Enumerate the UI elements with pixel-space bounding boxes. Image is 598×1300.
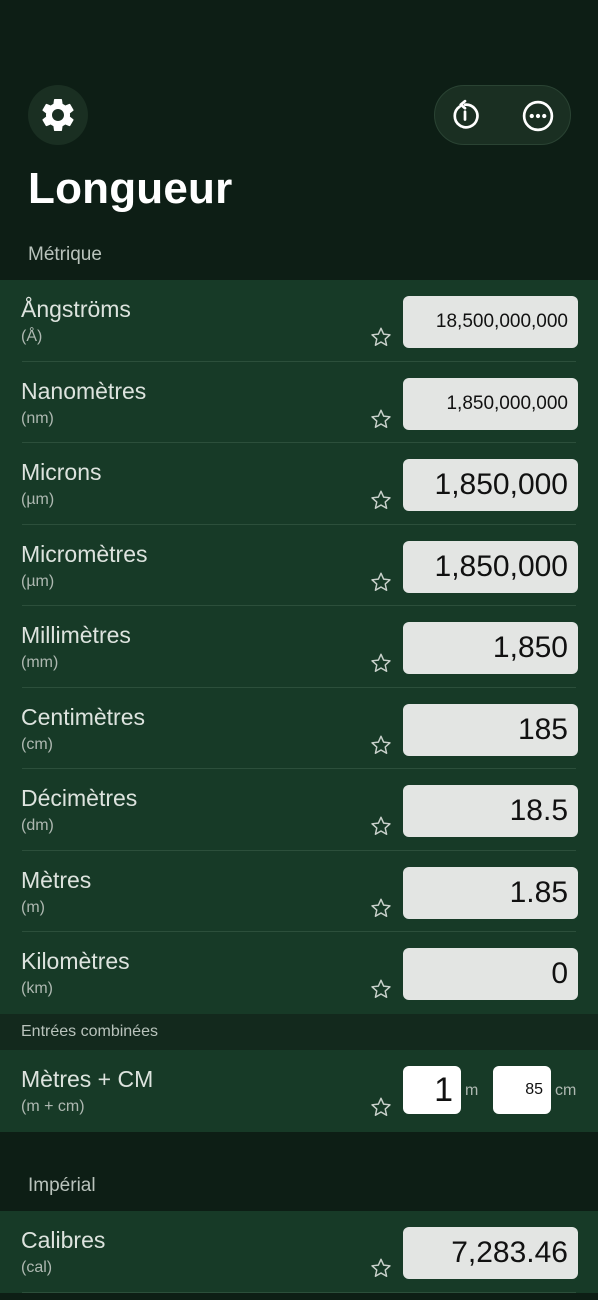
unit-row[interactable]: Kilomètres (km) 0	[0, 932, 598, 1014]
unit-value-field[interactable]: 0	[403, 948, 578, 1000]
more-button[interactable]	[508, 86, 568, 146]
section-label-imperial: Impérial	[28, 1175, 96, 1196]
unit-symbol: (m + cm)	[21, 1098, 85, 1115]
ellipsis-circle-icon	[522, 100, 554, 132]
metric-unit-list: Ångströms (Å) 18,500,000,000 Nanomètres (nm)…	[0, 280, 598, 1014]
unit-value-field[interactable]: 7,283.46	[403, 1227, 578, 1279]
unit-row[interactable]: Centimètres (cm) 185	[0, 688, 598, 769]
combined-section-header: Entrées combinées	[0, 1014, 598, 1050]
unit-row[interactable]: Mètres (m) 1.85	[0, 851, 598, 932]
meters-unit-label: m	[465, 1082, 479, 1099]
unit-row[interactable]: Micromètres (µm) 1,850,000	[0, 525, 598, 606]
unit-symbol: (km)	[21, 980, 53, 997]
star-outline-icon[interactable]	[370, 978, 392, 1000]
unit-name: Centimètres	[21, 703, 145, 730]
section-label-combined: Entrées combinées	[21, 1023, 158, 1040]
unit-name: Calibres	[21, 1227, 106, 1253]
unit-value-field[interactable]: 1,850,000	[403, 459, 578, 511]
imperial-unit-list: Calibres (cal) 7,283.46	[0, 1211, 598, 1293]
top-bar	[0, 85, 598, 145]
unit-name: Ångströms	[21, 296, 131, 322]
unit-name: Décimètres	[21, 785, 138, 811]
unit-value-field[interactable]: 18,500,000,000	[403, 296, 578, 348]
unit-name: Nanomètres	[21, 377, 147, 404]
star-outline-icon[interactable]	[370, 815, 392, 837]
unit-value-field[interactable]: 1,850,000,000	[403, 377, 578, 430]
unit-value-field[interactable]: 1.85	[403, 866, 578, 919]
unit-value-field[interactable]: 1,850	[403, 622, 578, 674]
unit-value-field[interactable]: 185	[403, 703, 578, 756]
unit-value-field[interactable]: 1,850,000	[403, 540, 578, 593]
unit-row[interactable]: Microns (µm) 1,850,000	[0, 443, 598, 525]
page-title: Longueur	[28, 164, 233, 213]
unit-row[interactable]: Décimètres (dm) 18.5	[0, 769, 598, 851]
centimeters-input[interactable]: 85	[493, 1066, 551, 1114]
star-outline-icon[interactable]	[370, 1096, 392, 1118]
unit-name: Micromètres	[21, 540, 148, 567]
unit-symbol: (Å)	[21, 328, 43, 345]
reset-button[interactable]	[435, 86, 495, 146]
unit-value-field[interactable]: 18.5	[403, 785, 578, 837]
unit-name: Mètres + CM	[21, 1066, 154, 1092]
star-outline-icon[interactable]	[370, 408, 392, 430]
meters-input[interactable]: 1	[403, 1066, 461, 1114]
action-group	[434, 85, 571, 145]
section-label-metric: Métrique	[28, 244, 102, 265]
unit-row[interactable]: Nanomètres (nm) 1,850,000,000	[0, 362, 598, 443]
centimeters-unit-label: cm	[555, 1082, 577, 1099]
rotate-ccw-icon	[453, 99, 479, 129]
unit-symbol: (cm)	[21, 735, 53, 753]
star-outline-icon[interactable]	[370, 897, 392, 919]
row-divider	[22, 1291, 576, 1293]
unit-symbol: (µm)	[21, 572, 55, 590]
unit-symbol: (cal)	[21, 1259, 53, 1276]
unit-symbol: (nm)	[21, 409, 54, 427]
unit-name: Mètres	[21, 866, 92, 893]
unit-name: Millimètres	[21, 622, 131, 648]
unit-name: Microns	[21, 459, 102, 485]
star-outline-icon[interactable]	[370, 652, 392, 674]
gear-icon	[42, 98, 74, 131]
star-outline-icon[interactable]	[370, 326, 392, 348]
star-outline-icon[interactable]	[370, 571, 392, 593]
combined-unit-list: Mètres + CM (m + cm) 1 m 85 cm	[0, 1050, 598, 1132]
unit-row-meters-cm[interactable]: Mètres + CM (m + cm) 1 m 85 cm	[0, 1050, 598, 1132]
star-outline-icon[interactable]	[370, 489, 392, 511]
unit-row[interactable]: Ångströms (Å) 18,500,000,000	[0, 280, 598, 362]
unit-symbol: (m)	[21, 898, 45, 916]
unit-row[interactable]: Calibres (cal) 7,283.46	[0, 1211, 598, 1293]
unit-symbol: (mm)	[21, 654, 59, 671]
unit-row[interactable]: Millimètres (mm) 1,850	[0, 606, 598, 688]
unit-symbol: (µm)	[21, 491, 55, 508]
unit-name: Kilomètres	[21, 948, 130, 974]
star-outline-icon[interactable]	[370, 734, 392, 756]
unit-symbol: (dm)	[21, 817, 54, 834]
star-outline-icon[interactable]	[370, 1257, 392, 1279]
settings-button[interactable]	[28, 85, 88, 145]
